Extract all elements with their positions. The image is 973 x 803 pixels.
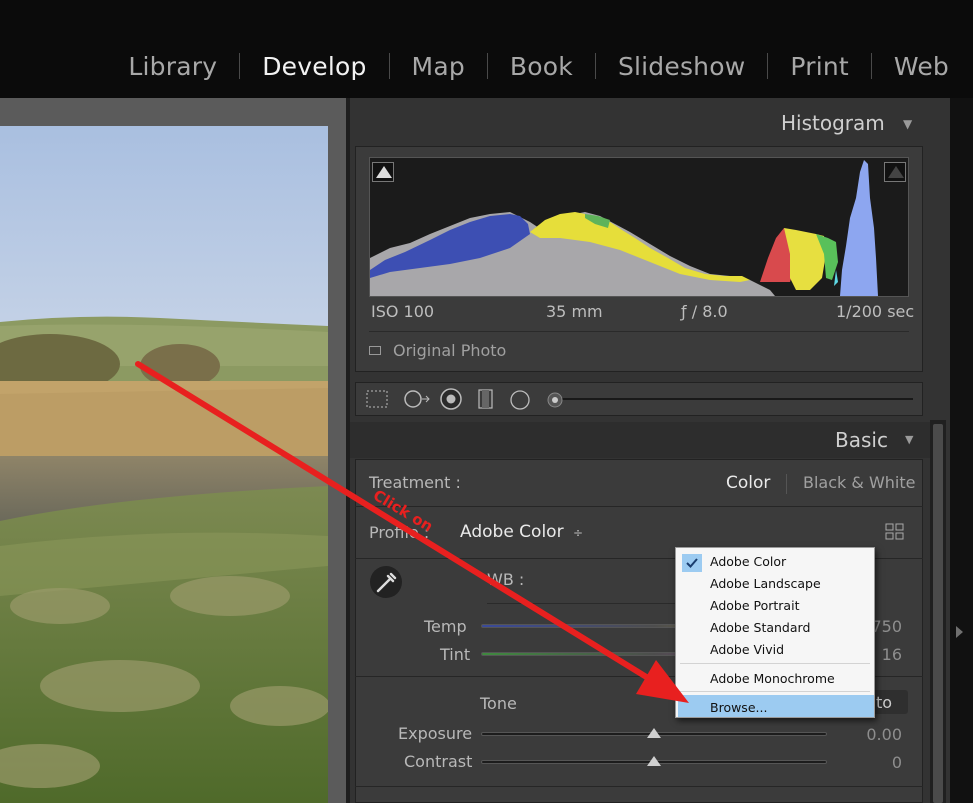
white-balance-eyedropper-icon[interactable] (370, 566, 402, 598)
graduated-filter-icon[interactable] (477, 388, 495, 410)
module-picker-bar: Library Develop Map Book Slideshow Print… (0, 0, 973, 98)
checkbox-icon[interactable] (369, 346, 381, 355)
exposure-slider-thumb[interactable] (647, 728, 661, 738)
histogram-collapse-icon[interactable]: ▼ (903, 117, 912, 131)
shadow-clipping-toggle[interactable] (372, 162, 394, 182)
menu-item-adobe-portrait[interactable]: Adobe Portrait (710, 598, 799, 613)
menu-item-browse[interactable]: Browse... (710, 700, 767, 715)
row-divider (355, 786, 923, 787)
contrast-slider-thumb[interactable] (647, 756, 661, 766)
red-eye-icon[interactable] (439, 387, 463, 411)
row-divider (355, 506, 923, 507)
histogram-graph[interactable] (369, 157, 909, 297)
photo-preview[interactable] (0, 126, 328, 803)
module-print[interactable]: Print (768, 52, 871, 81)
highlight-clipping-toggle[interactable] (884, 162, 906, 182)
expand-right-arrow-icon[interactable] (956, 626, 963, 638)
wb-label: WB : (487, 570, 525, 589)
exposure-label: Exposure (398, 724, 473, 743)
wb-underline (487, 603, 677, 604)
menu-highlight (678, 695, 874, 717)
module-map[interactable]: Map (390, 52, 487, 81)
module-book[interactable]: Book (488, 52, 595, 81)
spot-removal-icon[interactable] (402, 389, 432, 409)
menu-item-adobe-monochrome[interactable]: Adobe Monochrome (710, 671, 835, 686)
profile-select-value: Adobe Color (460, 522, 564, 542)
adjustment-brush-icon[interactable] (545, 390, 565, 410)
histogram-divider (369, 331, 909, 332)
module-library[interactable]: Library (106, 52, 239, 81)
module-web[interactable]: Web (872, 52, 973, 81)
histogram-curve (370, 160, 878, 296)
menu-item-adobe-vivid[interactable]: Adobe Vivid (710, 642, 784, 657)
tint-label: Tint (440, 645, 471, 664)
menu-separator (680, 663, 870, 664)
shutter-readout: 1/200 sec (836, 302, 915, 321)
profile-label: Profile : (369, 523, 430, 542)
checkmark-icon (682, 554, 702, 572)
landscape-photo (0, 126, 328, 803)
contrast-value[interactable]: 0 (850, 753, 902, 772)
profile-select-caret-icon: ÷ (572, 526, 584, 540)
histogram-title[interactable]: Histogram (781, 111, 885, 135)
iso-readout: ISO 100 (371, 302, 435, 321)
original-photo-toggle[interactable]: Original Photo (369, 341, 506, 360)
original-photo-label: Original Photo (393, 341, 507, 360)
treatment-bw-option[interactable]: Black & White (803, 473, 915, 492)
menu-item-adobe-color[interactable]: Adobe Color (710, 554, 786, 569)
focal-length-readout: 35 mm (546, 302, 603, 321)
tone-label: Tone (480, 694, 517, 713)
crop-overlay-icon[interactable] (365, 389, 389, 409)
exposure-value[interactable]: 0.00 (850, 725, 902, 744)
menu-item-adobe-landscape[interactable]: Adobe Landscape (710, 576, 821, 591)
panel-scrollbar-thumb[interactable] (933, 424, 943, 803)
profile-dropdown-menu: Adobe Color Adobe Landscape Adobe Portra… (675, 547, 875, 718)
radial-filter-icon[interactable] (508, 388, 532, 412)
right-edge-strip (950, 98, 973, 803)
module-slideshow[interactable]: Slideshow (596, 52, 767, 81)
triangle-up-icon (888, 166, 904, 178)
brush-slider-track[interactable] (555, 398, 913, 400)
profile-browser-grid-icon[interactable] (885, 522, 905, 542)
menu-item-adobe-standard[interactable]: Adobe Standard (710, 620, 810, 635)
treatment-separator (786, 474, 787, 494)
basic-collapse-icon[interactable]: ▼ (905, 433, 913, 446)
contrast-label: Contrast (404, 752, 473, 771)
basic-title[interactable]: Basic (835, 428, 888, 452)
temp-label: Temp (424, 617, 467, 636)
treatment-color-option[interactable]: Color (726, 473, 770, 493)
menu-separator (680, 691, 870, 692)
treatment-label: Treatment : (369, 473, 461, 492)
triangle-up-icon (376, 166, 392, 178)
profile-select[interactable]: Adobe Color ÷ (460, 522, 583, 542)
module-picker: Library Develop Map Book Slideshow Print… (106, 44, 973, 88)
aperture-readout: ƒ / 8.0 (681, 302, 728, 321)
module-develop[interactable]: Develop (240, 52, 388, 81)
